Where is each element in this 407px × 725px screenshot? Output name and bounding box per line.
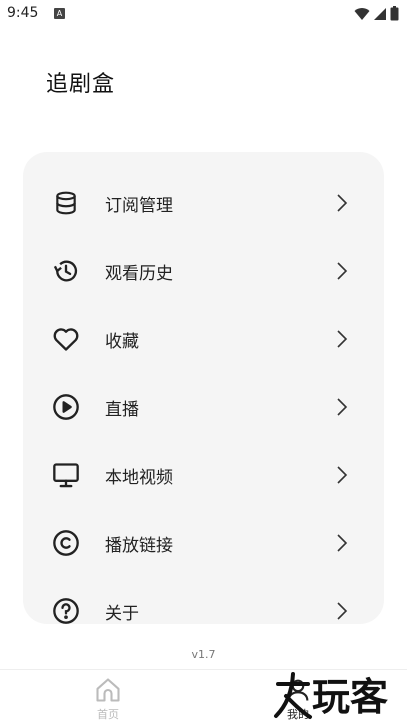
page-title: 追剧盒 [46, 72, 116, 97]
chevron-right-icon [334, 328, 350, 350]
menu-item-label: 本地视频 [105, 467, 173, 488]
chevron-right-icon [334, 192, 350, 214]
version-label: v1.7 [191, 648, 216, 661]
menu-item-about[interactable]: 关于 [23, 577, 384, 624]
battery-icon [390, 6, 399, 21]
nav-item-home[interactable]: 首页 [68, 670, 148, 725]
help-circle-icon [51, 596, 81, 624]
menu-item-label: 订阅管理 [105, 195, 173, 216]
signal-icon [374, 7, 386, 20]
chevron-right-icon [334, 464, 350, 486]
status-icons [354, 6, 399, 21]
notification-badge: A [54, 8, 65, 19]
home-icon [94, 676, 122, 704]
heart-icon [51, 324, 81, 354]
menu-card: 订阅管理 观看历史 收藏 直播 本地视频 播放链接 关于 [23, 152, 384, 624]
menu-item-label: 观看历史 [105, 263, 173, 284]
menu-item-subscriptions[interactable]: 订阅管理 [23, 169, 384, 237]
copyright-icon [51, 528, 81, 558]
monitor-icon [51, 460, 81, 490]
menu-item-label: 收藏 [105, 331, 139, 352]
chevron-right-icon [334, 396, 350, 418]
chevron-right-icon [334, 260, 350, 282]
app-screen: 9:45 A 追剧盒 订阅管理 观看历史 收藏 直播 本地视频 播放链接 关于 … [0, 0, 407, 725]
play-circle-icon [51, 392, 81, 422]
watermark-logo: 玩客 [274, 672, 388, 719]
nav-item-label: 首页 [97, 708, 119, 721]
menu-item-play-link[interactable]: 播放链接 [23, 509, 384, 577]
menu-item-favorites[interactable]: 收藏 [23, 305, 384, 373]
database-icon [51, 188, 81, 218]
menu-item-label: 关于 [105, 603, 139, 624]
chevron-right-icon [334, 600, 350, 622]
history-icon [51, 256, 81, 286]
watermark-text: 玩客 [312, 675, 388, 719]
menu-item-history[interactable]: 观看历史 [23, 237, 384, 305]
menu-item-live[interactable]: 直播 [23, 373, 384, 441]
menu-item-label: 播放链接 [105, 535, 173, 556]
menu-item-label: 直播 [105, 399, 139, 420]
wifi-icon [354, 7, 370, 20]
chevron-right-icon [334, 532, 350, 554]
status-bar: 9:45 A [0, 0, 407, 28]
status-time: 9:45 [7, 5, 39, 21]
menu-item-local-video[interactable]: 本地视频 [23, 441, 384, 509]
